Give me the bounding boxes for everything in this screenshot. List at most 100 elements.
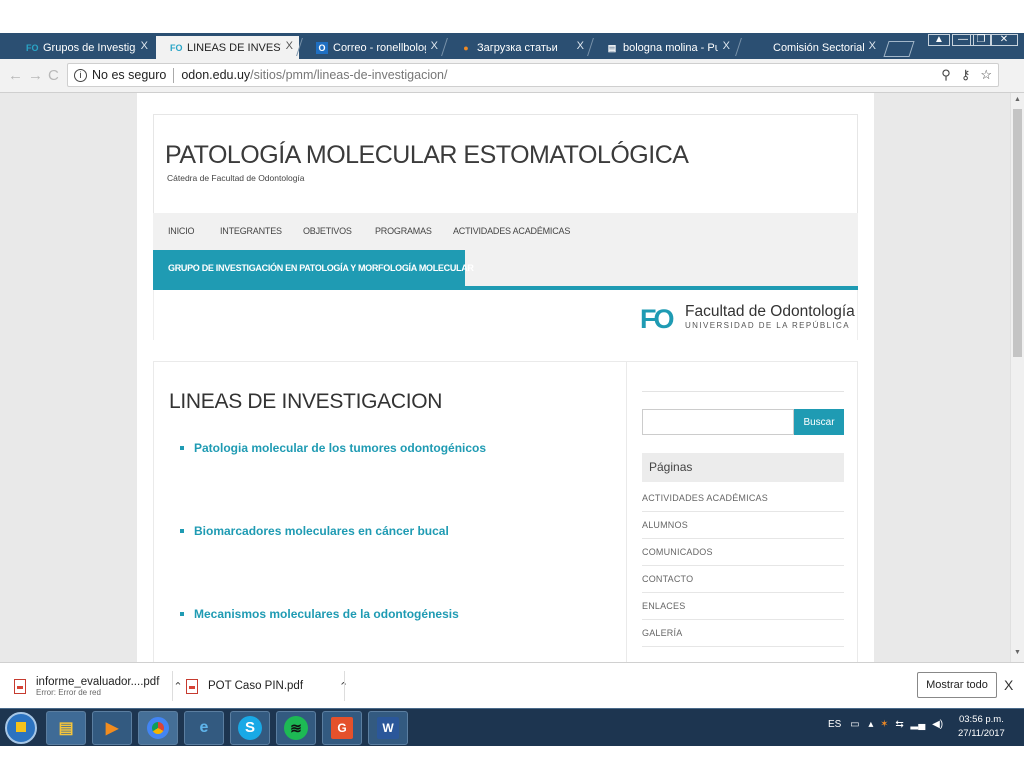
nav-item-inicio[interactable]: INICIO: [168, 226, 195, 236]
research-line-link[interactable]: Patologia molecular de los tumores odont…: [180, 441, 486, 455]
logo-name[interactable]: Facultad de Odontología: [685, 303, 855, 321]
download-item[interactable]: POT Caso PIN.pdf ⌃: [186, 663, 348, 709]
scroll-down-icon[interactable]: ▼: [1014, 649, 1021, 656]
research-line-link[interactable]: Biomarcadores moleculares en cáncer buca…: [180, 524, 449, 538]
sidebar: Buscar Páginas ACTIVIDADES ACADÉMICAS AL…: [642, 362, 844, 662]
omnibox-icons: ⚲ ⚷ ☆: [941, 67, 992, 83]
language-indicator[interactable]: ES: [828, 719, 841, 730]
skype-icon[interactable]: S: [230, 711, 270, 745]
new-tab-button[interactable]: [883, 41, 915, 57]
security-label: No es seguro: [92, 68, 167, 82]
research-line-label: Patologia molecular de los tumores odont…: [194, 441, 487, 455]
key-icon[interactable]: ⚷: [961, 67, 971, 83]
sidebar-link-enlaces[interactable]: ENLACES: [642, 593, 844, 620]
tab-correo[interactable]: O Correo - ronellbologna@ X: [302, 36, 444, 59]
word-icon[interactable]: W: [368, 711, 408, 745]
pages-widget-title: Páginas: [642, 453, 844, 482]
show-all-button[interactable]: Mostrar todo: [917, 672, 997, 698]
sidebar-link-alumnos[interactable]: ALUMNOS: [642, 512, 844, 539]
reload-icon[interactable]: C: [48, 67, 59, 84]
research-line-link[interactable]: Mecanismos moleculares de la odontogénes…: [180, 607, 459, 621]
star-icon[interactable]: ☆: [980, 67, 992, 83]
omnibox-divider: [173, 67, 175, 83]
page-title: LINEAS DE INVESTIGACION: [169, 390, 443, 413]
tab-title: Загрузка статьи: [477, 41, 558, 54]
vertical-scrollbar[interactable]: ▲ ▼: [1010, 93, 1024, 662]
tab-title: LINEAS DE INVESTIGACI: [187, 41, 281, 54]
close-icon[interactable]: X: [869, 40, 876, 52]
avast-icon[interactable]: ✶: [880, 719, 888, 730]
info-icon[interactable]: i: [74, 68, 87, 82]
back-arrow-icon[interactable]: ←: [8, 67, 23, 84]
tab-title: Comisión Sectorial de In: [773, 41, 864, 54]
search-button[interactable]: Buscar: [794, 409, 844, 435]
download-item[interactable]: informe_evaluador....pdf Error: Error de…: [14, 663, 183, 709]
address-bar[interactable]: i No es seguro odon.edu.uy/sitios/pmm/li…: [67, 63, 999, 87]
outlook-icon: O: [316, 41, 328, 54]
bullet-icon: [180, 528, 184, 533]
screen: FO Grupos de Investigación X FO LINEAS D…: [0, 0, 1024, 768]
restore-icon[interactable]: ❐: [970, 34, 992, 46]
tab-comision[interactable]: Comisión Sectorial de In X: [742, 36, 882, 59]
sidebar-divider: [642, 391, 844, 392]
scroll-up-icon[interactable]: ▲: [1014, 96, 1021, 103]
site-header: PATOLOGÍA MOLECULAR ESTOMATOLÓGICA Cáted…: [153, 114, 858, 214]
sidebar-link-contacto[interactable]: CONTACTO: [642, 566, 844, 593]
blank-favicon-icon: [756, 42, 768, 54]
ie-icon[interactable]: e: [184, 711, 224, 745]
close-icon[interactable]: X: [1004, 677, 1013, 693]
close-icon[interactable]: X: [723, 40, 730, 52]
media-player-icon[interactable]: ▶: [92, 711, 132, 745]
close-icon[interactable]: X: [141, 40, 148, 52]
chevron-up-icon[interactable]: ⌃: [173, 680, 182, 693]
tab-lineas[interactable]: FO LINEAS DE INVESTIGACI X: [156, 36, 299, 59]
search-input[interactable]: [642, 409, 794, 435]
tab-zagruzka[interactable]: ● Загрузка статьи X: [446, 36, 590, 59]
clock-time: 03:56 p.m.: [958, 714, 1004, 725]
tab-divider: [735, 38, 742, 56]
nav-item-programas[interactable]: PROGRAMAS: [375, 226, 432, 236]
sidebar-link-galeria[interactable]: GALERÍA: [642, 620, 844, 647]
nav-item-actividades[interactable]: ACTIVIDADES ACADÉMICAS: [453, 226, 570, 236]
close-icon[interactable]: X: [286, 40, 293, 52]
sidebar-link-actividades[interactable]: ACTIVIDADES ACADÉMICAS: [642, 485, 844, 512]
close-icon[interactable]: X: [431, 40, 438, 52]
download-divider: [344, 671, 345, 701]
explorer-icon[interactable]: ▤: [46, 711, 86, 745]
system-clock[interactable]: 03:56 p.m. 27/11/2017: [958, 713, 1005, 741]
forward-arrow-icon[interactable]: →: [28, 67, 43, 84]
sidebar-link-comunicados[interactable]: COMUNICADOS: [642, 539, 844, 566]
pubmed-icon: ▤: [607, 42, 617, 53]
close-icon[interactable]: X: [577, 40, 584, 52]
research-line-label: Mecanismos moleculares de la odontogénes…: [194, 607, 459, 621]
download-name: POT Caso PIN.pdf: [208, 680, 304, 692]
fo-favicon-icon: FO: [26, 42, 39, 53]
site-title[interactable]: PATOLOGÍA MOLECULAR ESTOMATOLÓGICA: [165, 141, 689, 170]
signal-icon[interactable]: ▂▄: [911, 719, 926, 730]
orange-dot-icon: ●: [463, 42, 469, 53]
tray-expand-icon[interactable]: ▴: [868, 719, 873, 730]
system-tray: ES ▭ ▴ ✶ ⇆ ▂▄ ◀): [828, 719, 943, 730]
chrome-icon[interactable]: [138, 711, 178, 745]
tab-pubmed[interactable]: ▤ bologna molina - PubMe X: [592, 36, 736, 59]
page-viewport: PATOLOGÍA MOLECULAR ESTOMATOLÓGICA Cáted…: [0, 93, 1010, 662]
nav-item-grupo-active[interactable]: GRUPO DE INVESTIGACIÓN EN PATOLOGÍA Y MO…: [153, 250, 474, 286]
foxit-icon[interactable]: G: [322, 711, 362, 745]
tab-title: Correo - ronellbologna@: [333, 41, 426, 54]
tab-grupos[interactable]: FO Grupos de Investigación X: [12, 36, 154, 59]
zoom-icon[interactable]: ⚲: [941, 67, 951, 83]
logo-subtitle: UNIVERSIDAD DE LA REPÚBLICA: [685, 321, 850, 330]
nav-item-objetivos[interactable]: OBJETIVOS: [303, 226, 352, 236]
keyboard-icon[interactable]: ▭: [850, 719, 859, 730]
fo-logo-icon[interactable]: FO: [640, 304, 674, 335]
spotify-icon[interactable]: ≋: [276, 711, 316, 745]
profile-icon[interactable]: ▲: [928, 34, 950, 46]
scroll-thumb[interactable]: [1013, 109, 1022, 357]
main-nav: INICIO INTEGRANTES OBJETIVOS PROGRAMAS A…: [153, 213, 858, 290]
nav-item-integrantes[interactable]: INTEGRANTES: [220, 226, 282, 236]
network-icon[interactable]: ⇆: [895, 719, 903, 730]
window-close-icon[interactable]: ✕: [990, 34, 1018, 46]
volume-icon[interactable]: ◀): [932, 719, 943, 730]
tab-title: bologna molina - PubMe: [623, 41, 718, 54]
start-button[interactable]: [5, 712, 37, 744]
